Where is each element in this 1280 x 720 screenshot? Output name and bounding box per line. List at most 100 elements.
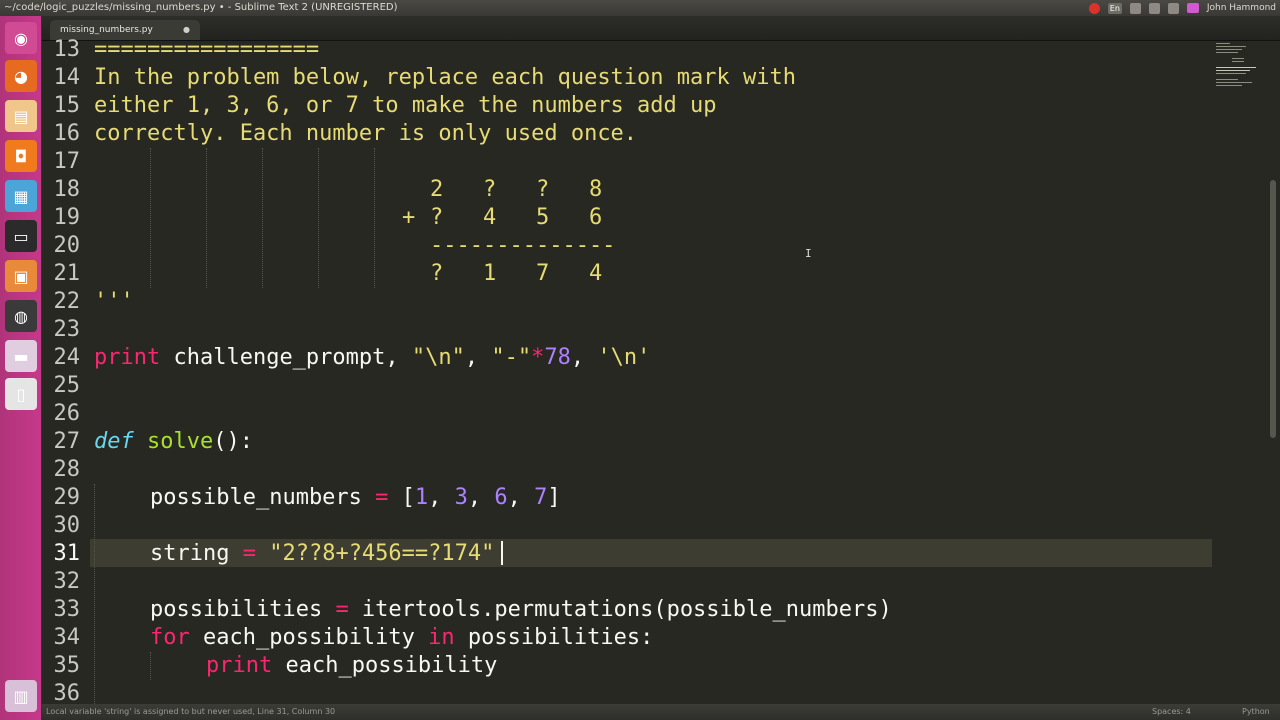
punctuation: ,: [464, 345, 492, 370]
line-number: 13: [53, 37, 81, 62]
operator: =: [375, 485, 389, 510]
identifier: possible_numbers: [150, 485, 376, 510]
punctuation: ():: [213, 429, 253, 454]
code-line-19-plus: +: [402, 205, 416, 230]
identifier: possibilities: [150, 597, 336, 622]
firefox-icon[interactable]: ◕: [5, 60, 37, 92]
user-name[interactable]: John Hammond: [1207, 0, 1276, 16]
line-number: 17: [53, 149, 81, 174]
tab-bar: missing_numbers.py ●: [42, 16, 1280, 41]
line-number: 30: [53, 513, 81, 538]
code-line-19: ? 4 5 6: [430, 205, 603, 230]
line-number: 14: [53, 65, 81, 90]
line-number-gutter: 13 14 15 16 17 18 19 20 21 22 23 24 25 2…: [42, 37, 90, 706]
line-number: 22: [53, 289, 81, 314]
punctuation: ,: [570, 345, 598, 370]
line-number: 24: [53, 345, 81, 370]
keyword-for: for: [150, 625, 190, 650]
line-number-active: 31: [53, 541, 81, 566]
keyword-def: def: [94, 429, 134, 454]
user-icon[interactable]: [1186, 3, 1199, 13]
network-icon[interactable]: [1129, 2, 1141, 14]
code-line-15: either 1, 3, 6, or 7 to make the numbers…: [94, 93, 717, 118]
archive-icon[interactable]: ▣: [5, 260, 37, 292]
mouse-ibeam-icon: I: [805, 247, 812, 260]
line-number: 27: [53, 429, 81, 454]
terminal-icon[interactable]: ▭: [5, 220, 37, 252]
line-number: 21: [53, 261, 81, 286]
punctuation: [: [388, 485, 415, 510]
status-message: Local variable 'string' is assigned to b…: [46, 707, 336, 716]
indent-guide: [94, 484, 95, 704]
keyboard-language-indicator[interactable]: En: [1107, 2, 1122, 14]
identifier: challenge_prompt,: [160, 345, 412, 370]
indent-guide: [318, 148, 319, 288]
document-icon[interactable]: ▯: [5, 378, 37, 410]
color-picker-icon[interactable]: ◍: [5, 300, 37, 332]
code-line-21: ? 1 7 4: [430, 261, 603, 286]
expression: possibilities:: [454, 625, 654, 650]
indent-guide: [150, 652, 151, 680]
code-line-33: possibilities = itertools.permutations(p…: [150, 596, 892, 624]
line-number: 25: [53, 373, 81, 398]
number-literal: 78: [544, 345, 571, 370]
string-literal: "-": [491, 345, 532, 370]
eraser-icon[interactable]: ▬: [5, 340, 37, 372]
line-number: 15: [53, 93, 81, 118]
number-literal: 6: [494, 485, 508, 510]
window-title: ~/code/logic_puzzles/missing_numbers.py …: [4, 2, 398, 13]
volume-icon[interactable]: [1148, 2, 1160, 14]
line-number: 32: [53, 569, 81, 594]
keyword-in: in: [428, 625, 455, 650]
software-center-icon[interactable]: ◘: [5, 140, 37, 172]
files-icon[interactable]: ▤: [5, 100, 37, 132]
code-line-13: =================: [94, 41, 320, 62]
battery-icon[interactable]: [1167, 2, 1179, 14]
function-name: solve: [147, 429, 214, 454]
number-literal: 3: [454, 485, 468, 510]
monitor-app-icon[interactable]: ▦: [5, 180, 37, 212]
vertical-scrollbar-thumb[interactable]: [1270, 180, 1276, 438]
code-line-14: In the problem below, replace each quest…: [94, 65, 796, 90]
operator: =: [335, 597, 349, 622]
code-line-34: for each_possibility in possibilities:: [150, 624, 653, 652]
indentation-setting[interactable]: Spaces: 4: [1152, 704, 1191, 720]
code-line-35: print each_possibility: [206, 652, 497, 680]
punctuation: ]: [547, 485, 561, 510]
tab-dirty-indicator[interactable]: ●: [183, 20, 190, 40]
line-number: 34: [53, 625, 81, 650]
punctuation: ,: [428, 485, 455, 510]
line-number: 16: [53, 121, 81, 146]
indent-guide: [262, 148, 263, 288]
line-number: 19: [53, 205, 81, 230]
trash-icon[interactable]: ▥: [5, 680, 37, 712]
code-editor[interactable]: ================= In the problem below, …: [94, 41, 1209, 704]
tab-label: missing_numbers.py: [60, 25, 153, 35]
window-title-bar: ~/code/logic_puzzles/missing_numbers.py …: [0, 0, 1280, 16]
operator: *: [531, 345, 545, 370]
line-number: 18: [53, 177, 81, 202]
string-literal: "\n": [411, 345, 465, 370]
text-cursor: [501, 541, 503, 565]
line-number: 33: [53, 597, 81, 622]
code-line-31: string = "2??8+?456==?174": [150, 540, 494, 568]
number-literal: 1: [414, 485, 429, 510]
code-line-22: ''': [94, 289, 134, 314]
syntax-selector[interactable]: Python: [1242, 704, 1270, 720]
operator: =: [242, 541, 256, 566]
minimap[interactable]: [1212, 41, 1264, 101]
indent-guide: [374, 148, 375, 288]
keyword-print: print: [94, 345, 161, 370]
number-literal: 7: [534, 485, 548, 510]
system-tray: En John Hammond: [1088, 0, 1276, 16]
keyword-print: print: [206, 653, 273, 678]
dash-home-icon[interactable]: ◉: [5, 22, 37, 54]
string-literal: '\n': [597, 345, 651, 370]
line-number: 26: [53, 401, 81, 426]
line-number: 35: [53, 653, 81, 678]
record-icon[interactable]: [1088, 2, 1100, 14]
identifier: each_possibility: [272, 653, 498, 678]
code-line-29: possible_numbers = [1, 3, 6, 7]: [150, 484, 561, 512]
line-number: 20: [53, 233, 81, 258]
code-line-20: --------------: [430, 233, 616, 258]
